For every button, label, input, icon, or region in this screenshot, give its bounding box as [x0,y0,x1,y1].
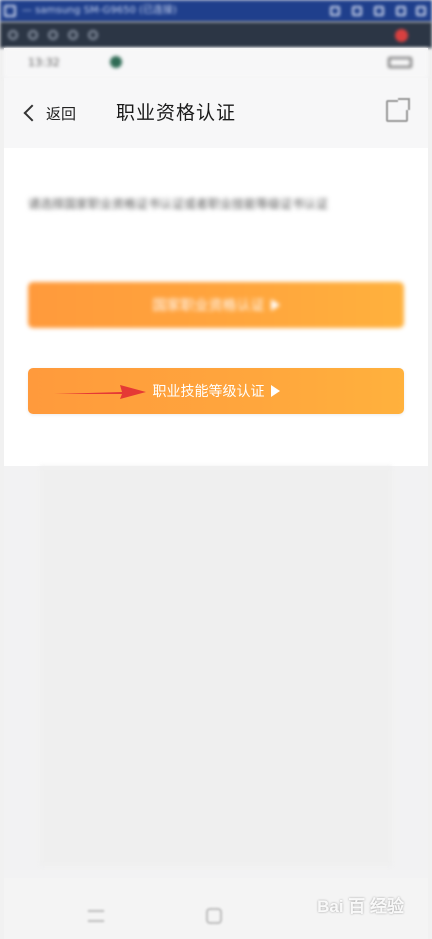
record-icon[interactable] [395,29,408,42]
play-arrow-icon [270,299,280,311]
blurred-background-area [40,466,392,866]
share-icon[interactable] [386,98,410,122]
close-icon[interactable] [416,6,426,16]
toolbar-tool-icon[interactable] [88,30,98,40]
national-qualification-label: 国家职业资格认证 [152,298,265,314]
settings-icon[interactable] [352,6,362,16]
toolbar-tool-icon[interactable] [48,30,58,40]
back-button[interactable]: 返回 [22,100,76,126]
play-arrow-icon [270,385,280,397]
home-icon[interactable] [206,908,222,924]
toolbar-tool-icon[interactable] [8,30,18,40]
toolbar-tool-icon[interactable] [68,30,78,40]
skill-level-label: 职业技能等级认证 [152,384,265,400]
minimize-icon[interactable] [374,6,384,16]
maximize-icon[interactable] [396,6,406,16]
national-qualification-button[interactable]: 国家职业资格认证 [28,282,404,328]
phone-screen: 13:32 返回 职业资格认证 请选择国家职业资格证书认证或者职业技能等级证书认… [4,48,428,939]
menu-icon[interactable] [88,910,104,922]
status-bar: 13:32 [4,48,428,78]
toolbar-tool-icon[interactable] [28,30,38,40]
capture-toolbar [0,22,432,48]
description-text: 请选择国家职业资格证书认证或者职业技能等级证书认证 [28,197,329,211]
back-label: 返回 [46,104,77,123]
page-title: 职业资格认证 [116,102,237,124]
chevron-left-icon [23,104,41,122]
nav-bar: 返回 职业资格认证 [4,78,428,148]
red-pointer-arrow-icon [54,385,146,399]
window-title: — samsung SM-G9650 (已连接) [22,5,177,16]
baidu-jingyan-watermark: Bai 百 经验 [317,897,404,916]
app-icon [4,5,16,17]
status-time: 13:32 [28,56,60,69]
notification-icon [110,56,122,68]
capture-window-titlebar: — samsung SM-G9650 (已连接) [0,0,432,22]
pin-icon[interactable] [330,6,340,16]
battery-icon [388,57,412,68]
content-card: 请选择国家职业资格证书认证或者职业技能等级证书认证 国家职业资格认证 职业技能等… [4,148,428,466]
